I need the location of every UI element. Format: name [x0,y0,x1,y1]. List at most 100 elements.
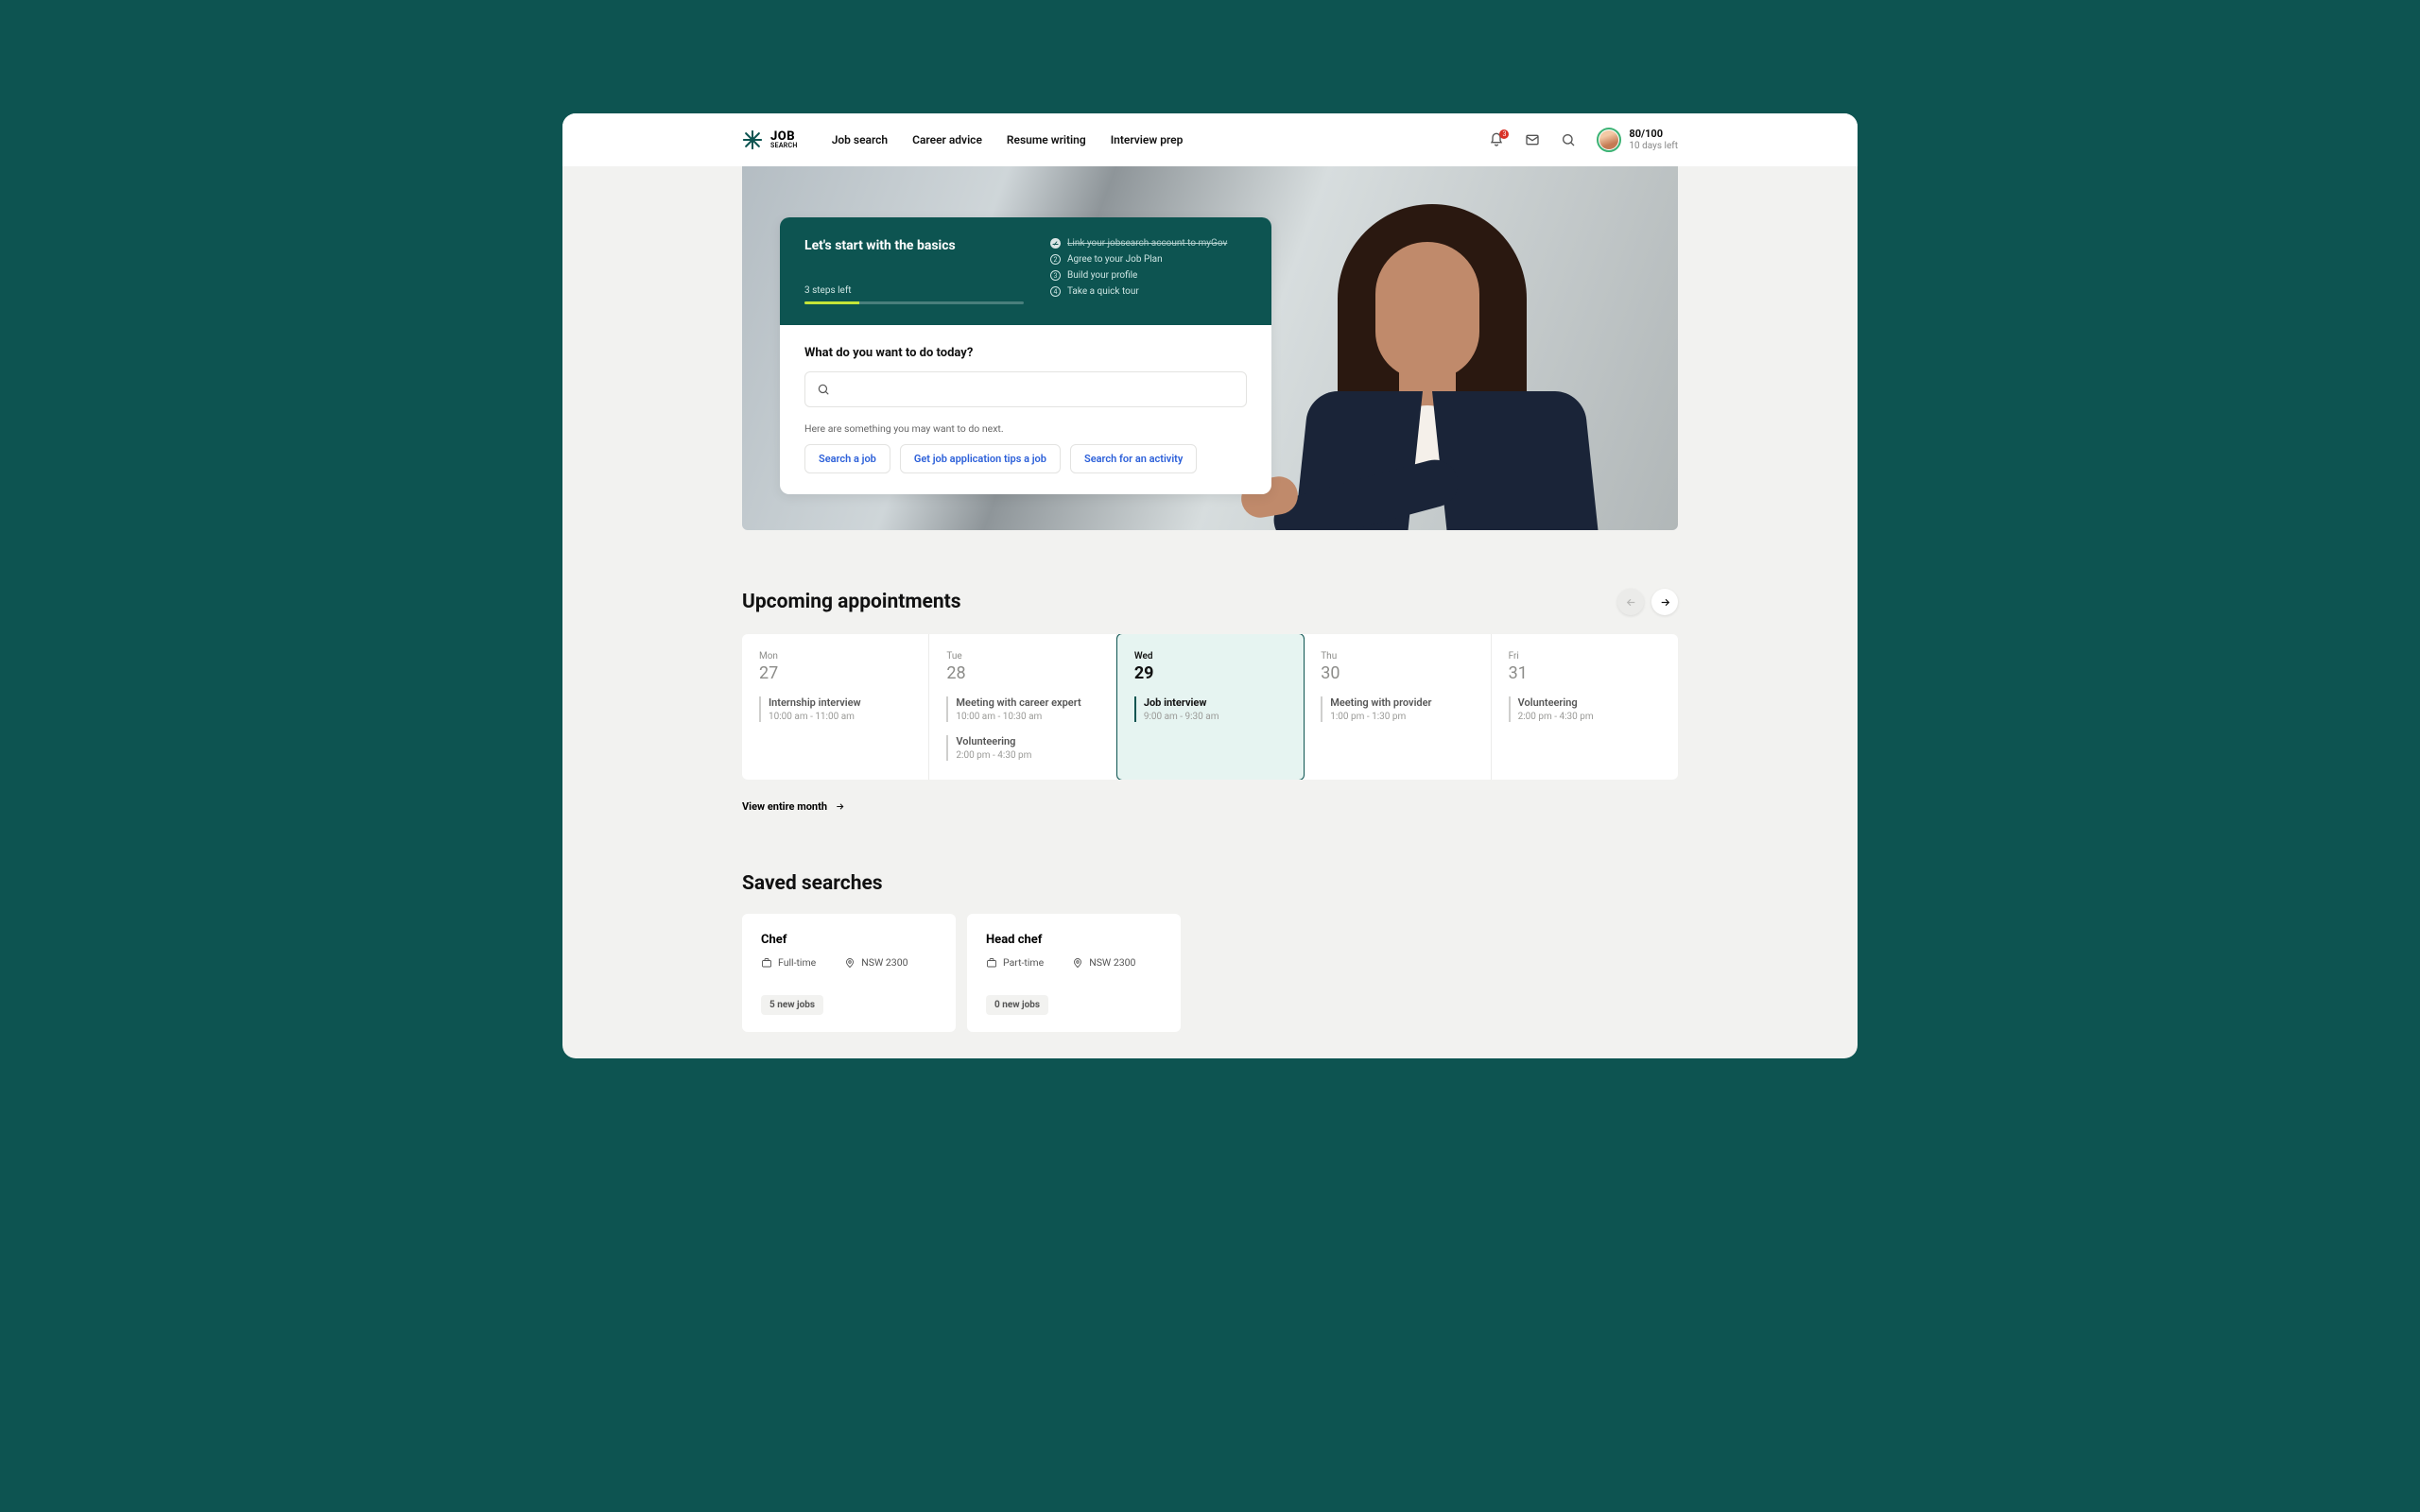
header: JOB SEARCH Job search Career advice Resu… [562,113,1858,166]
arrow-left-icon [1625,596,1637,609]
onboarding-panel: Let's start with the basics 3 steps left… [780,217,1271,325]
day-number: 29 [1134,663,1287,683]
appointment-event[interactable]: Volunteering 2:00 pm - 4:30 pm [946,735,1098,761]
mail-icon [1525,132,1540,147]
saved-card-title: Head chef [986,933,1162,947]
notif-badge: 3 [1499,129,1509,139]
appointments-title: Upcoming appointments [742,591,961,613]
map-pin-icon [844,957,856,969]
suggestion-row: Search a job Get job application tips a j… [804,444,1247,473]
day-column[interactable]: Wed29 Job interview 9:00 am - 9:30 am [1116,634,1305,780]
checklist-item[interactable]: 3 Build your profile [1050,270,1247,281]
day-number: 31 [1509,663,1661,683]
appointments-next-button[interactable] [1651,589,1678,615]
logo[interactable]: JOB SEARCH [742,129,798,150]
messages-button[interactable] [1525,132,1540,147]
arrow-right-icon [835,801,845,812]
search-button[interactable] [1561,132,1576,147]
day-name: Thu [1321,651,1473,662]
map-pin-icon [1072,957,1083,969]
step-number-icon: 3 [1050,270,1061,281]
appointment-event[interactable]: Volunteering 2:00 pm - 4:30 pm [1509,696,1661,722]
nav-career-advice[interactable]: Career advice [912,133,982,146]
event-time: 2:00 pm - 4:30 pm [1518,712,1661,722]
saved-searches-row: Chef Full-time NSW 2300 5 new jobs Head chef… [742,914,1678,1032]
check-circle-icon: ✓ [1050,238,1061,249]
appointment-event[interactable]: Internship interview 10:00 am - 11:00 am [759,696,911,722]
profile-text: 80/100 10 days left [1629,128,1678,151]
saved-search-card[interactable]: Head chefPart-timeNSW 23000 new jobs [967,914,1181,1032]
step-number-icon: 4 [1050,286,1061,297]
header-actions: 3 80/100 10 days left [1489,128,1678,152]
checklist-item[interactable]: 4 Take a quick tour [1050,286,1247,297]
saved-card-meta: Full-time NSW 2300 [761,956,937,969]
event-title: Job interview [1144,696,1287,709]
day-column[interactable]: Mon27Internship interview10:00 am - 11:0… [742,634,929,780]
quick-search-hint: Here are something you may want to do ne… [804,422,1247,435]
hero-card: Let's start with the basics 3 steps left… [780,217,1271,494]
job-location: NSW 2300 [844,956,908,969]
appointment-event[interactable]: Meeting with provider 1:00 pm - 1:30 pm [1321,696,1473,722]
quick-search-panel: What do you want to do today? Here are s… [780,325,1271,494]
day-number: 28 [946,663,1098,683]
nav-job-search[interactable]: Job search [832,133,888,146]
job-type: Full-time [761,956,816,969]
saved-card-title: Chef [761,933,937,947]
event-title: Volunteering [956,735,1098,747]
day-name: Mon [759,651,911,662]
avatar [1599,130,1618,149]
day-column[interactable]: Fri31Volunteering2:00 pm - 4:30 pm [1492,634,1678,780]
suggestion-chip[interactable]: Get job application tips a job [900,444,1061,473]
appointments-section: Upcoming appointments Mon27Internship in… [742,589,1678,814]
search-icon [1561,132,1576,147]
checklist-item[interactable]: 2Agree to your Job Plan [1050,254,1247,265]
job-type: Part-time [986,956,1044,969]
profile-chip[interactable]: 80/100 10 days left [1597,128,1678,152]
checklist-item[interactable]: ✓ Link your jobsearch account to myGov [1050,238,1247,249]
quick-search-input[interactable] [839,383,1235,396]
saved-card-meta: Part-timeNSW 2300 [986,956,1162,969]
quick-search-box[interactable] [804,371,1247,407]
checklist-label: Link your jobsearch account to myGov [1067,238,1227,249]
appointment-event[interactable]: Meeting with career expert10:00 am - 10:… [946,696,1098,722]
saved-searches-title: Saved searches [742,872,883,895]
appointments-nav [1617,589,1678,615]
nav-resume-writing[interactable]: Resume writing [1007,133,1086,146]
saved-search-card[interactable]: Chef Full-time NSW 2300 5 new jobs [742,914,956,1032]
saved-searches-section: Saved searches Chef Full-time NSW 2300 5 ne… [742,872,1678,1032]
day-column[interactable]: Tue28 Meeting with career expert10:00 am … [929,634,1116,780]
event-time: 10:00 am - 11:00 am [769,712,911,722]
appointments-week: Mon27Internship interview10:00 am - 11:0… [742,634,1678,780]
step-number-icon: 2 [1050,254,1061,265]
day-name: Wed [1134,651,1287,662]
event-time: 1:00 pm - 1:30 pm [1330,712,1473,722]
notifications-button[interactable]: 3 [1489,132,1504,147]
logo-text: JOB SEARCH [770,130,798,149]
event-time: 10:00 am - 10:30 am [956,712,1098,722]
app-shell: JOB SEARCH Job search Career advice Resu… [562,113,1858,1058]
onboarding-title: Let's start with the basics [804,238,1024,253]
checklist-label: Build your profile [1067,270,1137,281]
new-jobs-badge: 5 new jobs [761,995,823,1015]
event-time: 2:00 pm - 4:30 pm [956,750,1098,761]
view-month-link[interactable]: View entire month [742,800,845,813]
briefcase-icon [761,957,772,969]
nav-interview-prep[interactable]: Interview prep [1111,133,1184,146]
quick-search-title: What do you want to do today? [804,346,1247,360]
checklist-label: Take a quick tour [1067,286,1139,297]
suggestion-chip[interactable]: Search a job [804,444,890,473]
event-time: 9:00 am - 9:30 am [1144,712,1287,722]
event-title: Internship interview [769,696,911,709]
avatar-ring [1597,128,1621,152]
onboarding-steps-left: 3 steps left [804,285,1024,296]
primary-nav: Job search Career advice Resume writing … [832,133,1184,146]
day-name: Tue [946,651,1098,662]
onboarding-checklist: ✓ Link your jobsearch account to myGov 2Ag… [1050,238,1247,304]
logo-burst-icon [742,129,763,150]
suggestion-chip[interactable]: Search for an activity [1070,444,1197,473]
event-title: Volunteering [1518,696,1661,709]
appointment-event[interactable]: Job interview 9:00 am - 9:30 am [1134,696,1287,722]
hero-illustration [1224,166,1621,530]
day-column[interactable]: Thu30Meeting with provider1:00 pm - 1:30… [1304,634,1491,780]
event-title: Meeting with provider [1330,696,1473,709]
